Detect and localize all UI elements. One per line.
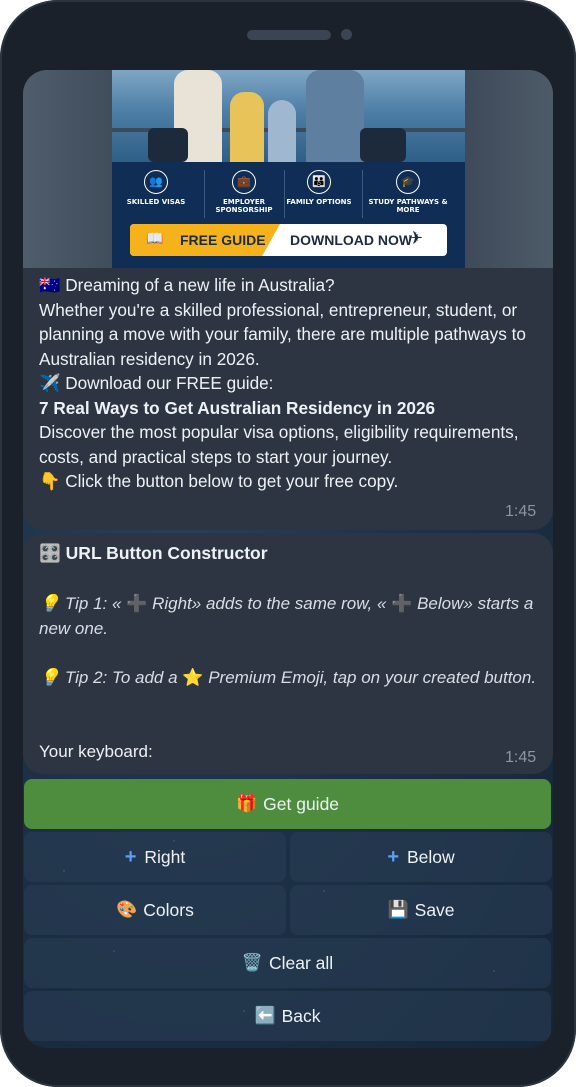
text-line: Click the button below to get your free … [65, 471, 399, 491]
button-label: Clear all [268, 952, 334, 973]
back-button[interactable]: ⬅️ Back [24, 991, 551, 1041]
gift-icon: 🎁 [235, 794, 258, 813]
graduation-cap-icon: 🎓 [396, 170, 420, 194]
feature-label: FAMILY OPTIONS [286, 198, 352, 206]
plus-icon: + [387, 845, 399, 868]
clear-all-button[interactable]: 🗑️ Clear all [24, 938, 551, 988]
book-icon: 📖 [146, 231, 164, 247]
message-time: 1:45 [505, 503, 537, 520]
feature-label: EMPLOYER SPONSORSHIP [215, 198, 273, 214]
person-figure [306, 70, 364, 162]
message-text: 🇦🇺 Dreaming of a new life in Australia? … [39, 273, 529, 494]
message-bubble-guide[interactable]: 👥 SKILLED VISAS 💼 EMPLOYER SPONSORSHIP 👪… [23, 70, 553, 530]
button-label: Colors [143, 899, 194, 920]
control-knobs-icon: 🎛️ [39, 543, 61, 563]
premium-star-icon: ⭐ [182, 668, 204, 687]
cta-download-now: DOWNLOAD NOW [290, 232, 413, 248]
colors-button[interactable]: 🎨 Colors [24, 885, 286, 935]
text-line: Dreaming of a new life in Australia? [65, 275, 335, 295]
floppy-disk-icon: 💾 [387, 900, 409, 919]
people-icon: 👥 [144, 170, 168, 194]
pointing-down-icon: 👇 [39, 471, 61, 491]
palette-icon: 🎨 [116, 900, 138, 919]
keyboard-label: Your keyboard: [39, 742, 153, 761]
tip-2: 💡 Tip 2: To add a ⭐ Premium Emoji, tap o… [39, 666, 544, 691]
button-label: Back [281, 1005, 321, 1026]
feature-family-options: 👪 FAMILY OPTIONS [275, 168, 363, 224]
divider [362, 170, 363, 218]
airplane-icon: ✈️ [39, 373, 61, 393]
tip-text: Tip 1: « [64, 594, 122, 613]
banner-info-panel: 👥 SKILLED VISAS 💼 EMPLOYER SPONSORSHIP 👪… [112, 162, 465, 268]
message-time: 1:45 [505, 749, 537, 766]
banner-image[interactable]: 👥 SKILLED VISAS 💼 EMPLOYER SPONSORSHIP 👪… [112, 70, 465, 268]
australia-flag-icon: 🇦🇺 [39, 275, 61, 295]
text-paragraph: Discover the most popular visa options, … [39, 422, 519, 467]
text-paragraph: Whether you're a skilled professional, e… [39, 299, 526, 369]
front-camera [341, 29, 352, 40]
get-guide-button[interactable]: 🎁 Get guide [24, 779, 551, 829]
button-label: Save [414, 899, 455, 920]
person-figure [230, 92, 264, 162]
suitcase [360, 128, 406, 162]
person-figure [268, 100, 296, 162]
plus-icon: + [124, 845, 137, 868]
add-right-button[interactable]: + Right [24, 832, 286, 882]
speaker-grille [247, 30, 331, 40]
message-bubble-constructor[interactable]: 🎛️ URL Button Constructor 💡 Tip 1: « ➕ R… [23, 533, 553, 774]
banner-image-frame[interactable]: 👥 SKILLED VISAS 💼 EMPLOYER SPONSORSHIP 👪… [23, 70, 553, 268]
tip-1: 💡 Tip 1: « ➕ Right» adds to the same row… [39, 592, 544, 641]
feature-label: STUDY PATHWAYS & MORE [368, 198, 448, 214]
briefcase-icon: 💼 [232, 170, 256, 194]
suitcase [148, 128, 188, 162]
button-label: Below [407, 846, 455, 867]
sea-photo [112, 70, 465, 162]
feature-label: SKILLED VISAS [126, 198, 186, 206]
plus-icon: ➕ [391, 594, 413, 613]
title-text: URL Button Constructor [65, 543, 268, 563]
cta-free-guide: FREE GUIDE [180, 232, 266, 248]
tip-text: Right» adds to the same row, « [152, 594, 387, 613]
plus-icon: ➕ [126, 594, 148, 613]
tip-text: Tip 2: To add a [64, 668, 178, 687]
banner-cta: 📖 FREE GUIDE DOWNLOAD NOW ✈ [130, 224, 447, 256]
lightbulb-icon: 💡 [39, 668, 61, 687]
lightbulb-icon: 💡 [39, 594, 61, 613]
airplane-icon: ✈ [408, 228, 424, 249]
save-button[interactable]: 💾 Save [290, 885, 552, 935]
back-arrow-icon: ⬅️ [254, 1006, 276, 1025]
add-below-button[interactable]: + Below [290, 832, 552, 882]
button-label: Get guide [263, 793, 340, 814]
tip-text: Premium Emoji, tap on your created butto… [208, 668, 537, 687]
family-icon: 👪 [307, 170, 331, 194]
button-label: Right [144, 846, 186, 867]
chat-screen[interactable]: 👥 SKILLED VISAS 💼 EMPLOYER SPONSORSHIP 👪… [23, 70, 553, 1048]
constructor-title: 🎛️ URL Button Constructor [39, 543, 268, 564]
feature-skilled-visas: 👥 SKILLED VISAS [112, 168, 200, 224]
trash-icon: 🗑️ [241, 953, 263, 972]
text-line: Download our FREE guide: [65, 373, 274, 393]
phone-frame: 👥 SKILLED VISAS 💼 EMPLOYER SPONSORSHIP 👪… [0, 0, 576, 1087]
guide-title: 7 Real Ways to Get Australian Residency … [39, 397, 436, 418]
feature-study-pathways: 🎓 STUDY PATHWAYS & MORE [364, 168, 452, 224]
